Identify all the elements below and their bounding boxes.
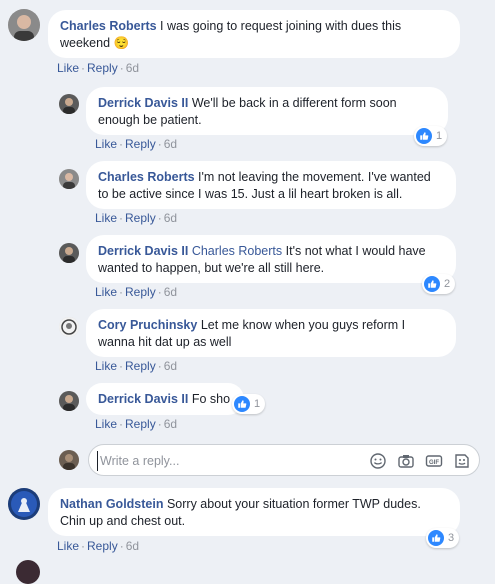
comment-author[interactable]: Nathan Goldstein <box>60 497 163 511</box>
reaction-number: 3 <box>448 532 455 544</box>
comment-text: Fo sho <box>191 392 231 406</box>
like-link[interactable]: Like <box>57 539 79 553</box>
current-user-avatar <box>59 450 79 470</box>
reply-composer: GIF <box>88 444 480 476</box>
timestamp[interactable]: 6d <box>126 61 139 75</box>
like-link[interactable]: Like <box>95 359 117 373</box>
comment-actions: Like · Reply · 6d <box>57 61 140 75</box>
reaction-number: 2 <box>444 278 451 290</box>
reply-link[interactable]: Reply <box>125 417 156 431</box>
like-link[interactable]: Like <box>95 417 117 431</box>
timestamp[interactable]: 6d <box>164 417 177 431</box>
like-link[interactable]: Like <box>95 137 117 151</box>
comment-author[interactable]: Charles Roberts <box>60 19 157 33</box>
camera-icon[interactable] <box>397 452 415 470</box>
sticker-icon[interactable] <box>453 452 471 470</box>
comment-bubble: Derrick Davis II We'll be back in a diff… <box>86 87 448 135</box>
comment-author[interactable]: Derrick Davis II <box>98 244 188 258</box>
svg-text:GIF: GIF <box>429 460 439 466</box>
comment-bubble: Derrick Davis II Charles Roberts It's no… <box>86 235 456 283</box>
like-link[interactable]: Like <box>57 61 79 75</box>
comment-bubble: Charles Roberts I'm not leaving the move… <box>86 161 456 209</box>
comment-actions: Like · Reply · 6d <box>57 539 140 553</box>
mention-link[interactable]: Charles Roberts <box>192 244 282 258</box>
avatar[interactable] <box>59 317 79 337</box>
like-thumb-icon <box>234 396 250 412</box>
smiley-icon[interactable] <box>369 452 387 470</box>
comment-author[interactable]: Cory Pruchinsky <box>98 318 197 332</box>
comment-actions: Like · Reply · 6d <box>95 137 178 151</box>
reply-link[interactable]: Reply <box>125 359 156 373</box>
like-thumb-icon <box>424 276 440 292</box>
reaction-count[interactable]: 3 <box>426 528 460 548</box>
reply-input[interactable] <box>97 451 340 471</box>
like-thumb-icon <box>416 128 432 144</box>
avatar[interactable] <box>59 391 79 411</box>
timestamp[interactable]: 6d <box>164 359 177 373</box>
comment-bubble: Charles Roberts I was going to request j… <box>48 10 460 58</box>
comment-bubble: Derrick Davis II Fo sho <box>86 383 244 415</box>
comment-actions: Like · Reply · 6d <box>95 211 178 225</box>
like-thumb-icon <box>428 530 444 546</box>
reply-link[interactable]: Reply <box>125 285 156 299</box>
like-link[interactable]: Like <box>95 285 117 299</box>
like-link[interactable]: Like <box>95 211 117 225</box>
comment-author[interactable]: Derrick Davis II <box>98 96 188 110</box>
comment-actions: Like · Reply · 6d <box>95 359 178 373</box>
reaction-number: 1 <box>436 130 443 142</box>
reaction-count[interactable]: 1 <box>414 126 448 146</box>
gif-icon[interactable]: GIF <box>425 452 443 470</box>
avatar[interactable] <box>8 488 40 520</box>
avatar[interactable] <box>59 169 79 189</box>
reaction-count[interactable]: 1 <box>232 394 266 414</box>
avatar[interactable] <box>8 9 40 41</box>
timestamp[interactable]: 6d <box>164 137 177 151</box>
comment-actions: Like · Reply · 6d <box>95 417 178 431</box>
comment-emoji: 😌 <box>113 35 130 50</box>
avatar[interactable] <box>16 560 40 584</box>
avatar[interactable] <box>59 94 79 114</box>
reaction-count[interactable]: 2 <box>422 274 456 294</box>
reply-link[interactable]: Reply <box>87 539 118 553</box>
comment-author[interactable]: Charles Roberts <box>98 170 195 184</box>
comment-author[interactable]: Derrick Davis II <box>98 392 188 406</box>
reply-link[interactable]: Reply <box>125 137 156 151</box>
timestamp[interactable]: 6d <box>164 211 177 225</box>
timestamp[interactable]: 6d <box>164 285 177 299</box>
comment-bubble: Cory Pruchinsky Let me know when you guy… <box>86 309 456 357</box>
avatar[interactable] <box>59 243 79 263</box>
timestamp[interactable]: 6d <box>126 539 139 553</box>
comment-bubble: Nathan Goldstein Sorry about your situat… <box>48 488 460 536</box>
reply-link[interactable]: Reply <box>87 61 118 75</box>
comment-actions: Like · Reply · 6d <box>95 285 178 299</box>
reaction-number: 1 <box>254 398 261 410</box>
reply-link[interactable]: Reply <box>125 211 156 225</box>
